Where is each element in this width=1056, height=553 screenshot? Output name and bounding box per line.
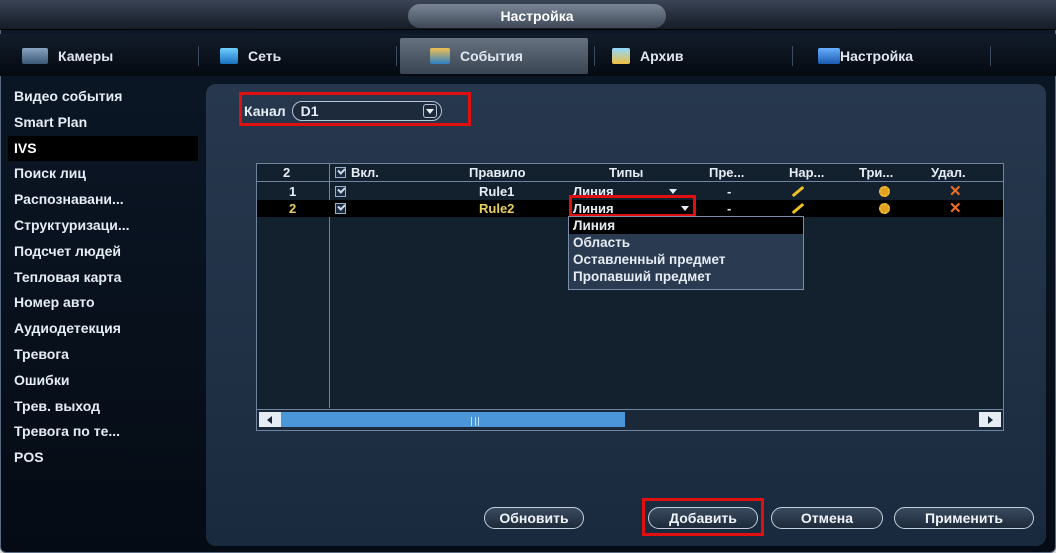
header-rule: Правило xyxy=(469,165,526,180)
sidebar-item-heat-map[interactable]: Тепловая карта xyxy=(8,265,198,291)
select-all-checkbox[interactable] xyxy=(335,167,346,178)
main-tabs: Камеры Сеть События Архив Настройка xyxy=(0,34,1056,76)
header-type: Типы xyxy=(609,165,644,180)
events-icon xyxy=(430,48,450,64)
type-dropdown-list: Линия Область Оставленный предмет Пропав… xyxy=(568,216,804,290)
refresh-button[interactable]: Обновить xyxy=(484,507,584,529)
row-number: 2 xyxy=(289,201,297,216)
rule-name: Rule2 xyxy=(479,201,515,216)
scroll-thumb[interactable] xyxy=(281,412,625,427)
dropdown-option-missing-object[interactable]: Пропавший предмет xyxy=(569,268,803,285)
row-enable-checkbox[interactable] xyxy=(335,203,346,214)
sidebar-item-structuring[interactable]: Структуризаци... xyxy=(8,213,198,239)
header-enabled: Вкл. xyxy=(351,165,379,180)
sidebar-item-smart-plan[interactable]: Smart Plan xyxy=(8,110,198,136)
tab-cameras[interactable]: Камеры xyxy=(22,38,113,74)
title-bar: Настройка xyxy=(0,0,1056,30)
dropdown-option-area[interactable]: Область xyxy=(569,234,803,251)
sidebar-item-video-events[interactable]: Видео события xyxy=(8,84,198,110)
archive-icon xyxy=(612,48,630,64)
camera-icon xyxy=(22,48,48,64)
sidebar-item-people-counting[interactable]: Подсчет людей xyxy=(8,239,198,265)
header-trigger: Три... xyxy=(859,165,894,180)
tab-settings[interactable]: Настройка xyxy=(818,38,913,74)
header-preset: Пре... xyxy=(709,165,745,180)
highlight-add xyxy=(642,498,764,536)
tab-network[interactable]: Сеть xyxy=(220,38,281,74)
tab-archive[interactable]: Архив xyxy=(612,38,683,74)
dropdown-option-line[interactable]: Линия xyxy=(569,217,803,234)
pencil-icon[interactable] xyxy=(791,202,805,215)
tab-label: Сеть xyxy=(248,48,282,64)
dropdown-option-abandoned-object[interactable]: Оставленный предмет xyxy=(569,251,803,268)
delete-icon[interactable]: ✕ xyxy=(949,184,962,199)
pencil-icon[interactable] xyxy=(791,185,805,198)
highlight-type-select xyxy=(569,195,696,217)
cancel-button[interactable]: Отмена xyxy=(771,507,883,529)
row-number: 1 xyxy=(289,184,297,199)
sidebar-item-pos[interactable]: POS xyxy=(8,445,198,471)
grip-icon xyxy=(471,417,479,426)
rule-preset: - xyxy=(727,201,732,216)
rule-name: Rule1 xyxy=(479,184,515,199)
sidebar-item-alarm-output[interactable]: Трев. выход xyxy=(8,394,198,420)
sidebar-item-alarm[interactable]: Тревога xyxy=(8,342,198,368)
gear-icon[interactable] xyxy=(879,203,890,214)
sidebar-item-face-search[interactable]: Поиск лиц xyxy=(8,161,198,187)
sidebar-item-errors[interactable]: Ошибки xyxy=(8,368,198,394)
tab-label: События xyxy=(460,48,523,64)
network-icon xyxy=(220,48,238,64)
header-draw: Нар... xyxy=(789,165,825,180)
highlight-channel xyxy=(239,92,471,126)
horizontal-scrollbar[interactable] xyxy=(257,409,1003,430)
settings-icon xyxy=(818,48,840,64)
scroll-right-icon[interactable] xyxy=(979,412,1001,427)
sidebar-item-plate-number[interactable]: Номер авто xyxy=(8,290,198,316)
tab-events[interactable]: События xyxy=(400,38,588,74)
header-delete: Удал. xyxy=(931,165,966,180)
rule-preset: - xyxy=(727,184,732,199)
chevron-down-icon xyxy=(669,189,677,194)
row-enable-checkbox[interactable] xyxy=(335,186,346,197)
sidebar-item-ivs[interactable]: IVS xyxy=(8,135,198,162)
scroll-left-icon[interactable] xyxy=(259,412,281,427)
delete-icon[interactable]: ✕ xyxy=(949,201,962,216)
window-title: Настройка xyxy=(408,4,666,28)
sidebar-menu: Видео события Smart Plan IVS Поиск лиц Р… xyxy=(8,84,198,471)
table-header: 2 Вкл. Правило Типы Пре... Нар... Три...… xyxy=(257,164,1003,182)
gear-icon[interactable] xyxy=(879,186,890,197)
tab-label: Камеры xyxy=(58,48,114,64)
sidebar-item-recognition[interactable]: Распознавани... xyxy=(8,187,198,213)
tab-label: Настройка xyxy=(840,48,914,64)
tab-label: Архив xyxy=(640,48,684,64)
apply-button[interactable]: Применить xyxy=(894,507,1034,529)
header-count: 2 xyxy=(283,165,291,180)
sidebar-item-audio-detection[interactable]: Аудиодетекция xyxy=(8,316,198,342)
sidebar-item-temperature-alarm[interactable]: Тревога по те... xyxy=(8,419,198,445)
